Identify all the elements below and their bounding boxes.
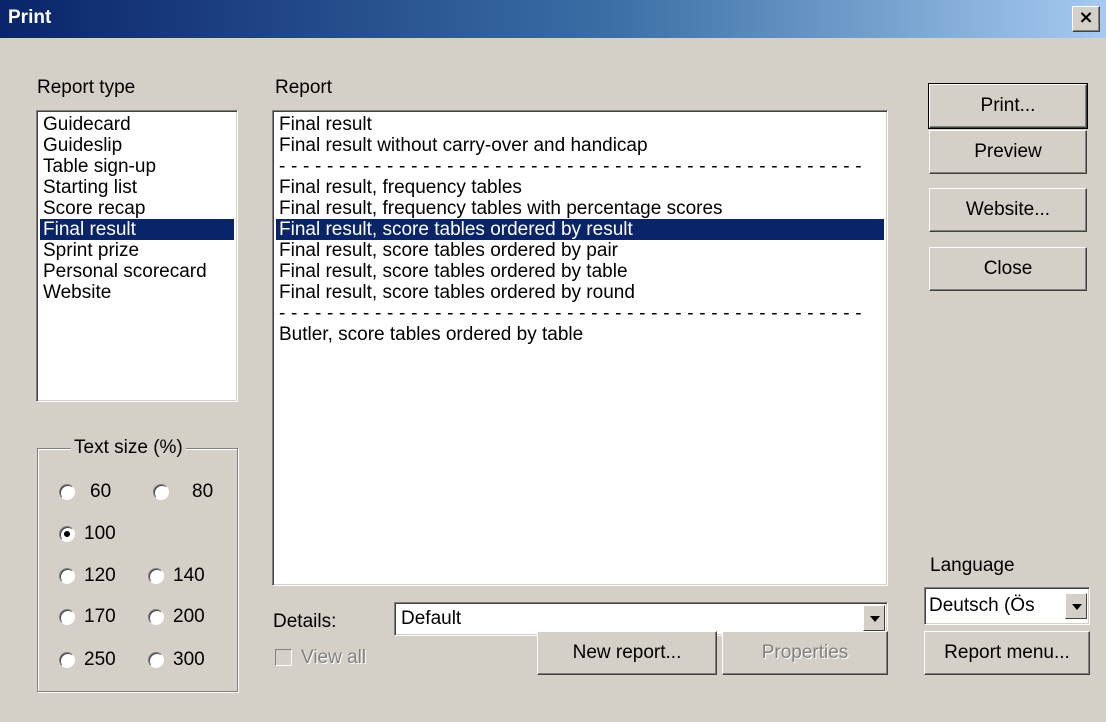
report-type-item[interactable]: Table sign-up [40, 156, 234, 177]
report-separator: - - - - - - - - - - - - - - - - - - - - … [279, 156, 862, 177]
radio-size-80[interactable] [153, 484, 169, 500]
language-label: Language [930, 555, 1015, 576]
radio-size-60[interactable] [59, 484, 75, 500]
report-item[interactable]: Butler, score tables ordered by table [276, 324, 884, 345]
close-window-button[interactable]: × [1072, 6, 1100, 32]
radio-label: 300 [173, 649, 205, 670]
report-type-item[interactable]: Personal scorecard [40, 261, 234, 282]
close-button[interactable]: Close [929, 247, 1087, 291]
chevron-down-icon [870, 616, 880, 622]
report-list[interactable]: Final result Final result without carry-… [272, 110, 888, 586]
report-type-item-selected[interactable]: Final result [40, 219, 234, 240]
report-menu-button[interactable]: Report menu... [924, 631, 1090, 675]
report-type-item[interactable]: Guideslip [40, 135, 234, 156]
website-button[interactable]: Website... [929, 188, 1087, 232]
title-bar: Print × [0, 0, 1106, 38]
language-value: Deutsch (Ös [929, 595, 1035, 616]
text-size-legend: Text size (%) [71, 437, 186, 459]
report-item[interactable]: Final result, score tables ordered by ro… [276, 282, 884, 303]
report-separator: - - - - - - - - - - - - - - - - - - - - … [279, 303, 862, 324]
report-item[interactable]: Final result, frequency tables with perc… [276, 198, 884, 219]
chevron-down-icon [1072, 604, 1082, 610]
radio-size-100[interactable] [59, 526, 75, 542]
radio-size-170[interactable] [59, 609, 75, 625]
language-select[interactable]: Deutsch (Ös [924, 587, 1090, 625]
report-type-item[interactable]: Starting list [40, 177, 234, 198]
details-label: Details: [273, 611, 337, 632]
radio-label: 140 [173, 565, 205, 586]
details-dropdown-button[interactable] [863, 605, 885, 631]
report-type-label: Report type [37, 77, 136, 98]
radio-size-250[interactable] [59, 652, 75, 668]
radio-label: 170 [84, 606, 116, 627]
properties-button[interactable]: Properties [722, 631, 888, 675]
print-button[interactable]: Print... [928, 83, 1088, 129]
report-item[interactable]: Final result, score tables ordered by ta… [276, 261, 884, 282]
report-type-item[interactable]: Score recap [40, 198, 234, 219]
report-item[interactable]: Final result, score tables ordered by pa… [276, 240, 884, 261]
radio-size-300[interactable] [148, 652, 164, 668]
radio-size-120[interactable] [59, 568, 75, 584]
radio-label: 250 [84, 649, 116, 670]
details-value: Default [401, 608, 462, 629]
report-item[interactable]: Final result without carry-over and hand… [276, 135, 884, 156]
report-type-item[interactable]: Website [40, 282, 234, 303]
report-label: Report [275, 77, 333, 98]
report-type-item[interactable]: Guidecard [40, 114, 234, 135]
radio-label: 200 [173, 606, 205, 627]
radio-label: 80 [192, 481, 214, 502]
radio-size-140[interactable] [148, 568, 164, 584]
radio-label: 100 [84, 523, 116, 544]
report-item[interactable]: Final result, frequency tables [276, 177, 884, 198]
view-all-label: View all [301, 647, 367, 668]
preview-button[interactable]: Preview [929, 130, 1087, 174]
report-type-list[interactable]: Guidecard Guideslip Table sign-up Starti… [36, 110, 238, 402]
report-type-item[interactable]: Sprint prize [40, 240, 234, 261]
radio-size-200[interactable] [148, 609, 164, 625]
radio-checked-dot [64, 531, 70, 537]
language-dropdown-button[interactable] [1065, 593, 1087, 619]
view-all-checkbox[interactable] [275, 649, 292, 666]
radio-label: 120 [84, 565, 116, 586]
new-report-button[interactable]: New report... [537, 631, 717, 675]
report-item[interactable]: Final result [276, 114, 884, 135]
radio-label: 60 [90, 481, 112, 502]
close-icon: × [1078, 7, 1094, 28]
window-title: Print [8, 7, 52, 28]
report-item-selected[interactable]: Final result, score tables ordered by re… [276, 219, 884, 240]
